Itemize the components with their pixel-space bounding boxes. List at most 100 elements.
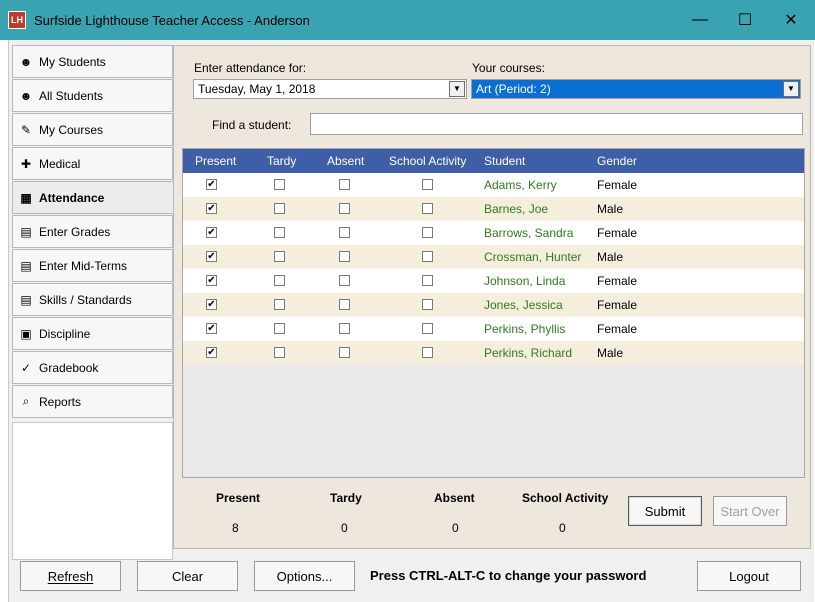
activity-checkbox[interactable]: [422, 347, 433, 358]
sidebar-item-enter-grades[interactable]: ▤ Enter Grades: [12, 215, 173, 248]
sidebar-item-label: Attendance: [39, 190, 105, 205]
date-value: Tuesday, May 1, 2018: [198, 82, 316, 96]
student-gender: Female: [597, 322, 638, 336]
minimize-button[interactable]: —: [677, 0, 723, 40]
close-button[interactable]: ✕: [768, 0, 814, 40]
absent-checkbox[interactable]: [339, 275, 350, 286]
sidebar-item-my-students[interactable]: ☻ My Students: [12, 45, 173, 78]
sidebar-item-gradebook[interactable]: ✓ Gradebook: [12, 351, 173, 384]
tardy-checkbox[interactable]: [274, 299, 285, 310]
present-checkbox[interactable]: ✔: [206, 347, 217, 358]
absent-checkbox[interactable]: [339, 179, 350, 190]
student-name[interactable]: Johnson, Linda: [484, 269, 565, 293]
table-row[interactable]: ✔ Perkins, Phyllis Female: [183, 317, 804, 341]
sidebar-item-enter-mid-terms[interactable]: ▤ Enter Mid-Terms: [12, 249, 173, 282]
course-dropdown-icon[interactable]: ▼: [783, 81, 799, 97]
present-checkbox[interactable]: ✔: [206, 275, 217, 286]
activity-checkbox[interactable]: [422, 179, 433, 190]
table-row[interactable]: ✔ Perkins, Richard Male: [183, 341, 804, 365]
column-school-activity[interactable]: School Activity: [389, 149, 466, 173]
sidebar-item-all-students[interactable]: ☻ All Students: [12, 79, 173, 112]
column-student[interactable]: Student: [484, 149, 525, 173]
activity-checkbox[interactable]: [422, 299, 433, 310]
logout-button[interactable]: Logout: [697, 561, 801, 591]
present-checkbox[interactable]: ✔: [206, 323, 217, 334]
activity-checkbox[interactable]: [422, 227, 433, 238]
activity-checkbox[interactable]: [422, 275, 433, 286]
maximize-button[interactable]: ☐: [722, 0, 768, 40]
present-checkbox[interactable]: ✔: [206, 179, 217, 190]
app-logo-icon: LH: [8, 11, 26, 29]
sidebar-item-label: My Students: [39, 54, 106, 69]
absent-checkbox[interactable]: [339, 347, 350, 358]
student-name[interactable]: Barrows, Sandra: [484, 221, 573, 245]
present-checkbox[interactable]: ✔: [206, 227, 217, 238]
clear-button[interactable]: Clear: [137, 561, 238, 591]
sidebar-item-reports[interactable]: ⌕ Reports: [12, 385, 173, 418]
courses-label: Your courses:: [472, 61, 545, 75]
tardy-checkbox[interactable]: [274, 347, 285, 358]
absent-checkbox[interactable]: [339, 251, 350, 262]
summary-absent-value: 0: [452, 521, 459, 535]
student-name[interactable]: Jones, Jessica: [484, 293, 563, 317]
sidebar-item-label: Medical: [39, 156, 81, 171]
calendar-icon: ▦: [20, 190, 32, 205]
column-present[interactable]: Present: [195, 149, 236, 173]
find-student-input[interactable]: [310, 113, 803, 135]
tardy-checkbox[interactable]: [274, 251, 285, 262]
summary-activity-label: School Activity: [522, 491, 609, 505]
summary-tardy-label: Tardy: [330, 491, 362, 505]
present-checkbox[interactable]: ✔: [206, 299, 217, 310]
tardy-checkbox[interactable]: [274, 323, 285, 334]
student-gender: Female: [597, 274, 638, 288]
sidebar-item-attendance[interactable]: ▦ Attendance: [12, 181, 173, 214]
activity-checkbox[interactable]: [422, 203, 433, 214]
sidebar-item-my-courses[interactable]: ✎ My Courses: [12, 113, 173, 146]
present-checkbox[interactable]: ✔: [206, 203, 217, 214]
activity-checkbox[interactable]: [422, 251, 433, 262]
submit-button[interactable]: Submit: [628, 496, 702, 526]
column-gender[interactable]: Gender: [597, 149, 637, 173]
absent-checkbox[interactable]: [339, 323, 350, 334]
summary-tardy-value: 0: [341, 521, 348, 535]
column-absent[interactable]: Absent: [327, 149, 364, 173]
summary-present-label: Present: [216, 491, 261, 505]
title-bar[interactable]: LH Surfside Lighthouse Teacher Access - …: [0, 0, 815, 40]
start-over-button[interactable]: Start Over: [713, 496, 787, 526]
tardy-checkbox[interactable]: [274, 275, 285, 286]
tardy-checkbox[interactable]: [274, 227, 285, 238]
column-tardy[interactable]: Tardy: [267, 149, 296, 173]
present-checkbox[interactable]: ✔: [206, 251, 217, 262]
grades-icon: ▤: [20, 224, 32, 239]
table-row[interactable]: ✔ Adams, Kerry Female: [183, 173, 804, 197]
table-row[interactable]: ✔ Johnson, Linda Female: [183, 269, 804, 293]
course-select[interactable]: Art (Period: 2) ▼: [471, 79, 801, 99]
student-name[interactable]: Crossman, Hunter: [484, 245, 581, 269]
sidebar-item-label: Discipline: [39, 326, 91, 341]
student-name[interactable]: Barnes, Joe: [484, 197, 548, 221]
options-button[interactable]: Options...: [254, 561, 355, 591]
sidebar-item-skills-standards[interactable]: ▤ Skills / Standards: [12, 283, 173, 316]
sidebar-item-medical[interactable]: ✚ Medical: [12, 147, 173, 180]
sidebar-item-discipline[interactable]: ▣ Discipline: [12, 317, 173, 350]
student-name[interactable]: Perkins, Richard: [484, 341, 572, 365]
student-name[interactable]: Perkins, Phyllis: [484, 317, 565, 341]
date-dropdown-icon[interactable]: ▼: [449, 81, 465, 97]
refresh-button[interactable]: Refresh: [20, 561, 121, 591]
student-name[interactable]: Adams, Kerry: [484, 173, 557, 197]
table-row[interactable]: ✔ Barnes, Joe Male: [183, 197, 804, 221]
tardy-checkbox[interactable]: [274, 203, 285, 214]
date-select[interactable]: Tuesday, May 1, 2018 ▼: [193, 79, 467, 99]
password-hint: Press CTRL-ALT-C to change your password: [370, 568, 647, 583]
activity-checkbox[interactable]: [422, 323, 433, 334]
absent-checkbox[interactable]: [339, 227, 350, 238]
tardy-checkbox[interactable]: [274, 179, 285, 190]
absent-checkbox[interactable]: [339, 203, 350, 214]
date-label: Enter attendance for:: [194, 61, 307, 75]
absent-checkbox[interactable]: [339, 299, 350, 310]
table-row[interactable]: ✔ Barrows, Sandra Female: [183, 221, 804, 245]
skills-icon: ▤: [20, 292, 32, 307]
table-row[interactable]: ✔ Crossman, Hunter Male: [183, 245, 804, 269]
table-row[interactable]: ✔ Jones, Jessica Female: [183, 293, 804, 317]
sidebar-item-label: My Courses: [39, 122, 104, 137]
